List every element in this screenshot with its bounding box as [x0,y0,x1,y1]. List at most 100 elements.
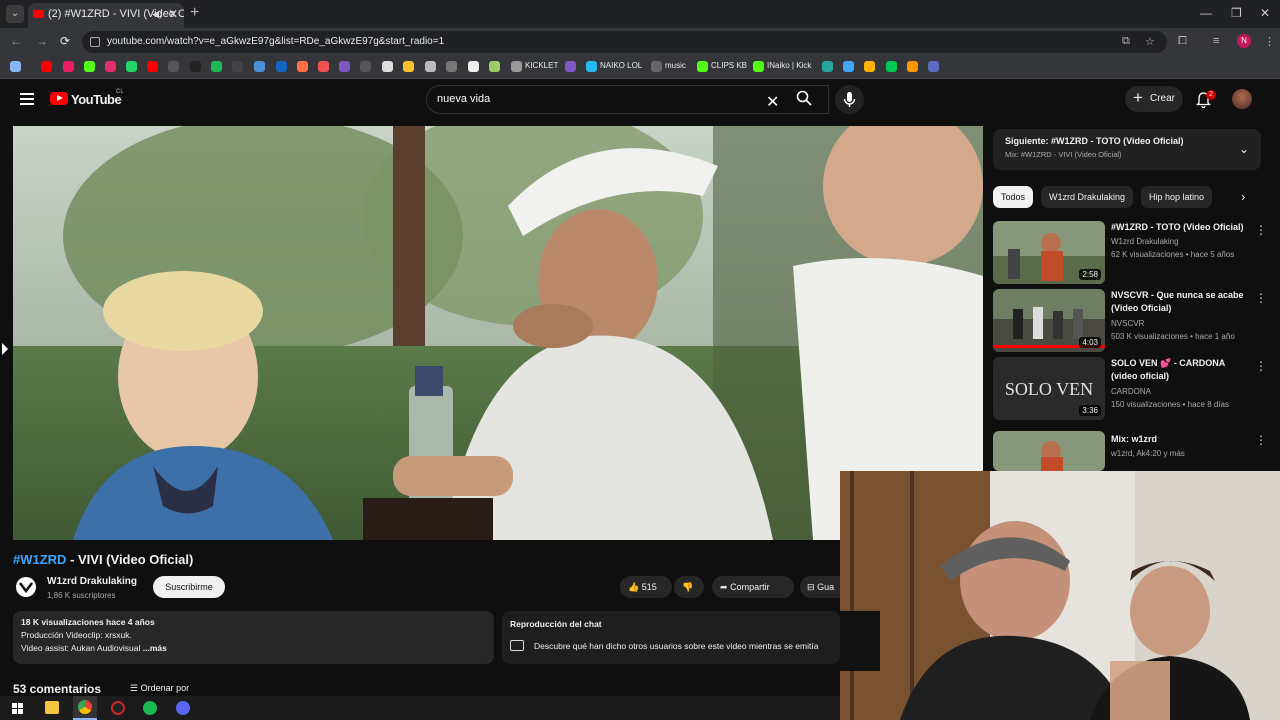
site-info-icon[interactable] [90,37,100,47]
bookmark-youtube-icon[interactable] [41,61,52,72]
url-bar[interactable]: youtube.com/watch?v=e_aGkwzE97g&list=RDe… [82,31,1167,53]
bookmark-tiktok-icon[interactable] [190,61,201,72]
bookmark-icon[interactable] [232,61,243,72]
discord-icon[interactable] [176,701,190,715]
bookmark-icon[interactable] [822,61,833,72]
chip-todos[interactable]: Todos [993,186,1034,208]
bookmark-icon[interactable] [446,61,457,72]
related-channel[interactable]: NVSCVR [1111,319,1144,328]
save-button[interactable]: ⊟ Gua [800,576,840,598]
bookmark-whatsapp-icon[interactable] [126,61,137,72]
bookmark-icon[interactable] [360,61,371,72]
bookmark-spotify-icon[interactable] [211,61,222,72]
bookmark-icon[interactable] [339,61,350,72]
speaker-icon[interactable]: ◀) [152,3,162,26]
more-link[interactable]: ...más [143,643,167,653]
chevron-right-icon[interactable]: › [1241,189,1245,204]
bookmark-icon[interactable] [565,61,576,72]
bookmark-icon[interactable] [403,61,414,72]
bookmark-x-icon[interactable] [168,61,179,72]
forward-button[interactable]: → [36,34,48,48]
youtube-logo-icon[interactable] [50,92,68,105]
bookmark-icon[interactable] [843,61,854,72]
sort-comments-button[interactable]: ☰ Ordenar por [130,683,189,694]
related-mix[interactable]: Mix: w1zrd w1zrd, Ak4:20 y más ⋮ [993,431,1267,471]
playlist-upnext-panel[interactable]: Siguiente: #W1ZRD - TOTO (Video Oficial)… [993,129,1261,170]
bookmark-kick-icon[interactable] [84,61,95,72]
more-actions-icon[interactable]: ⋮ [1255,223,1267,237]
profile-icon[interactable]: N [1237,34,1251,48]
related-video[interactable]: SOLO VEN 3:36 SOLO VEN 💕 - CARDONA (vide… [993,357,1267,421]
channel-name[interactable]: W1zrd Drakulaking [47,576,137,587]
bookmark-icon[interactable] [907,61,918,72]
bookmark-icon[interactable] [318,61,329,72]
related-channel[interactable]: CARDONA [1111,387,1151,396]
search-icon[interactable] [796,90,812,106]
new-tab-button[interactable]: + [190,4,199,22]
bookmark-clips-icon[interactable] [697,61,708,72]
bookmark-clips-kb[interactable]: CLIPS KB [711,61,747,70]
install-app-icon[interactable]: ⧉ [1122,35,1134,47]
related-video[interactable]: 4:03 NVSCVR - Que nunca se acabe (Video … [993,289,1267,353]
bookmark-icon[interactable] [63,61,74,72]
bookmark-music[interactable]: music [665,61,686,70]
bookmark-icon[interactable] [425,61,436,72]
bookmark-icon[interactable] [382,61,393,72]
bookmark-icon[interactable] [864,61,875,72]
channel-avatar[interactable] [16,577,36,597]
bookmark-icon[interactable] [886,61,897,72]
bookmark-music-icon[interactable] [651,61,662,72]
bookmark-icon[interactable] [468,61,479,72]
video-thumbnail[interactable]: 4:03 [993,289,1105,352]
chat-replay-box[interactable]: Reproducción del chat Descubre qué han d… [502,611,840,664]
browser-tab-active[interactable]: (2) #W1ZRD - VIVI (Video Oficial) ◀) ✕ [28,3,184,28]
chip-channel[interactable]: W1zrd Drakulaking [1041,186,1134,208]
close-tab-icon[interactable]: ✕ [168,3,178,26]
youtube-logo-text[interactable]: YouTube [71,92,122,107]
bookmark-icon[interactable] [147,61,158,72]
dislike-button[interactable]: 👎 [674,576,704,598]
user-avatar[interactable] [1232,89,1252,109]
windows-start-icon[interactable] [12,702,24,714]
bookmark-star-icon[interactable]: ☆ [1145,35,1157,48]
bookmark-icon[interactable] [489,61,500,72]
create-button[interactable]: Crear [1125,85,1183,112]
voice-search-button[interactable] [835,85,864,114]
minimize-button[interactable]: — [1200,6,1212,20]
apps-icon[interactable] [10,61,21,72]
more-actions-icon[interactable]: ⋮ [1255,359,1267,373]
back-button[interactable]: ← [10,34,22,48]
clear-search-icon[interactable]: ✕ [766,92,779,112]
bookmark-naiko-lol[interactable]: NAIKO LOL [600,61,642,70]
obs-icon[interactable] [111,701,125,715]
bookmark-kicklet-icon[interactable] [511,61,522,72]
menu-icon[interactable] [20,93,34,105]
bookmark-kicklet[interactable]: KICKLET [525,61,558,70]
share-button[interactable]: ➦ Compartir [712,576,794,598]
bookmark-icon[interactable] [297,61,308,72]
spotify-icon[interactable] [143,701,157,715]
bookmark-icon[interactable] [928,61,939,72]
bookmark-icon[interactable] [254,61,265,72]
like-button[interactable]: 👍 515 [620,576,672,598]
close-window-button[interactable]: ✕ [1260,6,1270,20]
chrome-taskbar-button[interactable] [73,696,97,720]
mix-thumbnail[interactable] [993,431,1105,471]
chevron-down-icon[interactable]: ⌄ [1239,142,1249,156]
chip-hiphop[interactable]: Hip hop latino [1141,186,1213,208]
video-thumbnail[interactable]: SOLO VEN 3:36 [993,357,1105,420]
related-video[interactable]: 2:58 #W1ZRD - TOTO (Video Oficial) W1zrd… [993,221,1267,285]
tab-search-button[interactable]: ⌄ [6,5,24,23]
bookmark-inaiko-kick[interactable]: INaiko | Kick [767,61,811,70]
browser-menu-icon[interactable]: ⋮ [1264,35,1276,48]
bookmark-naiko-icon[interactable] [586,61,597,72]
bookmark-icon[interactable] [276,61,287,72]
bookmark-inaiko-icon[interactable] [753,61,764,72]
description-box[interactable]: 18 K visualizaciones hace 4 años Producc… [13,611,494,664]
related-channel[interactable]: W1zrd Drakulaking [1111,237,1179,246]
restore-button[interactable]: ❐ [1231,6,1242,20]
video-thumbnail[interactable]: 2:58 [993,221,1105,284]
file-explorer-icon[interactable] [45,701,59,714]
more-actions-icon[interactable]: ⋮ [1255,291,1267,305]
media-control-icon[interactable]: ≡ [1213,35,1225,47]
